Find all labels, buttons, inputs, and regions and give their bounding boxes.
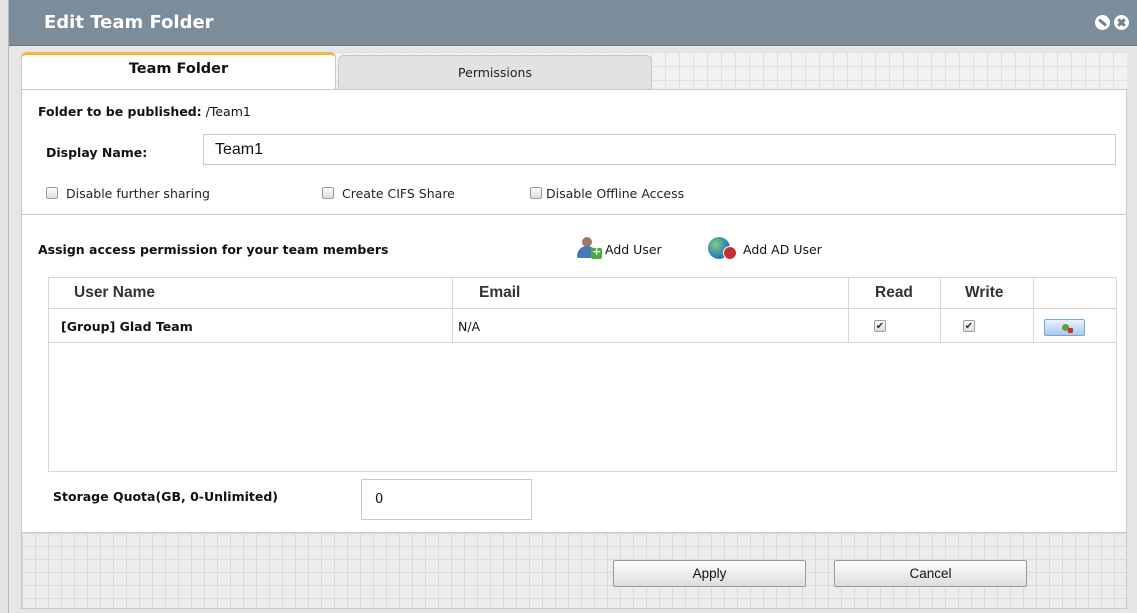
tab-strip: Team Folder Permissions: [21, 52, 1127, 90]
cancel-button[interactable]: Cancel: [834, 560, 1027, 587]
row-email: N/A: [458, 319, 481, 334]
tab-permissions[interactable]: Permissions: [338, 55, 652, 90]
add-ad-user-icon: [708, 235, 740, 261]
apply-button[interactable]: Apply: [613, 560, 806, 587]
table-row[interactable]: [Group] Glad Team N/A: [49, 309, 1116, 343]
disable-sharing-option[interactable]: Disable further sharing: [46, 186, 210, 201]
col-read[interactable]: Read: [875, 278, 913, 309]
column-divider: [940, 309, 941, 343]
assign-permission-heading: Assign access permission for your team m…: [38, 242, 389, 257]
disable-offline-option[interactable]: Disable Offline Access: [530, 186, 684, 201]
create-cifs-checkbox[interactable]: [322, 187, 334, 199]
table-header: User Name Email Read Write: [49, 278, 1116, 309]
add-ad-user-label: Add AD User: [743, 242, 822, 257]
display-name-label: Display Name:: [46, 145, 148, 160]
create-cifs-label: Create CIFS Share: [342, 186, 455, 201]
folder-published-label: Folder to be published:: [38, 104, 202, 119]
disable-sharing-label: Disable further sharing: [66, 186, 210, 201]
display-name-input[interactable]: Team1: [203, 134, 1116, 165]
close-icon[interactable]: [1114, 15, 1129, 30]
column-divider: [848, 278, 849, 309]
storage-quota-input[interactable]: 0: [361, 479, 532, 520]
column-divider: [1033, 309, 1034, 343]
row-write-checkbox[interactable]: [963, 320, 975, 332]
disable-offline-checkbox[interactable]: [530, 187, 542, 199]
tab-team-folder[interactable]: Team Folder: [21, 52, 336, 90]
column-divider: [1033, 278, 1034, 309]
title-bar: Edit Team Folder: [9, 0, 1137, 46]
storage-quota-label: Storage Quota(GB, 0-Unlimited): [53, 489, 278, 504]
col-email[interactable]: Email: [479, 278, 520, 309]
section-divider: [22, 214, 1126, 215]
dialog-title: Edit Team Folder: [44, 12, 214, 33]
col-write[interactable]: Write: [965, 278, 1003, 309]
disable-offline-label: Disable Offline Access: [546, 186, 685, 201]
col-user-name[interactable]: User Name: [74, 278, 155, 309]
delete-user-icon[interactable]: [1044, 319, 1085, 336]
folder-published-line: Folder to be published: /Team1: [38, 104, 251, 119]
team-folder-panel: Folder to be published: /Team1 Display N…: [21, 89, 1127, 533]
add-user-label: Add User: [605, 242, 662, 257]
dialog-footer: Apply Cancel: [21, 533, 1127, 609]
minimize-icon[interactable]: [1095, 15, 1110, 30]
row-user-name: [Group] Glad Team: [61, 319, 193, 334]
tab-team-folder-label: Team Folder: [128, 61, 229, 77]
create-cifs-option[interactable]: Create CIFS Share: [322, 186, 455, 201]
column-divider: [452, 278, 453, 309]
permissions-table: User Name Email Read Write [Group] Glad …: [48, 277, 1117, 472]
tab-permissions-label: Permissions: [458, 65, 532, 80]
add-ad-user-button[interactable]: Add AD User: [708, 235, 868, 261]
disable-sharing-checkbox[interactable]: [46, 187, 58, 199]
column-divider: [940, 278, 941, 309]
add-user-button[interactable]: Add User: [575, 235, 695, 261]
row-read-checkbox[interactable]: [874, 320, 886, 332]
edit-team-folder-dialog: Edit Team Folder Team Folder Permissions…: [8, 0, 1137, 613]
folder-published-value: /Team1: [201, 104, 251, 119]
column-divider: [848, 309, 849, 343]
add-user-icon: [575, 235, 602, 261]
